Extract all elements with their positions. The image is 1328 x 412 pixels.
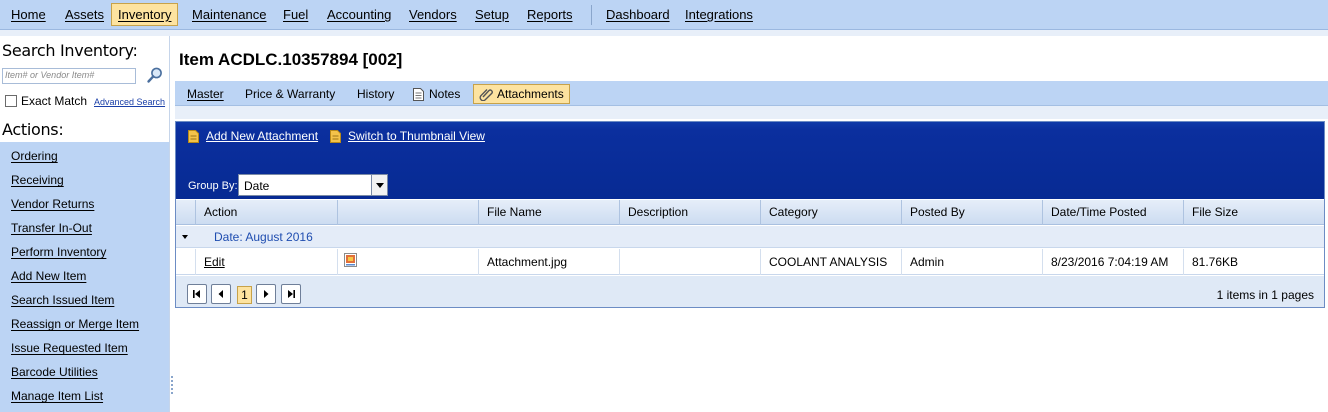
date-time-posted-cell: 8/23/2016 7:04:19 AM — [1042, 249, 1183, 275]
edit-link[interactable]: Edit — [195, 249, 337, 275]
notes-icon — [413, 87, 424, 101]
group-by-label: Group By: — [188, 180, 238, 192]
next-page-button[interactable] — [256, 284, 276, 304]
actions-panel: Ordering Receiving Vendor Returns Transf… — [0, 142, 169, 412]
posted-by-cell: Admin — [901, 249, 1042, 275]
column-description[interactable]: Description — [619, 200, 760, 225]
menu-setup[interactable]: Setup — [469, 3, 515, 26]
action-vendor-returns[interactable]: Vendor Returns — [11, 197, 94, 211]
first-page-icon — [193, 290, 200, 298]
menu-maintenance[interactable]: Maintenance — [186, 3, 272, 26]
attachments-toolbar: Add New Attachment Switch to Thumbnail V… — [176, 122, 1324, 199]
menu-reports[interactable]: Reports — [521, 3, 579, 26]
tab-notes-label: Notes — [429, 87, 461, 101]
sidebar-splitter[interactable] — [171, 376, 173, 394]
advanced-search-link[interactable]: Advanced Search — [94, 97, 165, 107]
main-menu-bar: Home Assets Inventory Maintenance Fuel A… — [0, 0, 1328, 30]
tab-notes[interactable]: Notes — [408, 84, 465, 104]
action-transfer-in-out[interactable]: Transfer In-Out — [11, 221, 92, 235]
last-page-icon — [288, 290, 295, 298]
first-page-button[interactable] — [187, 284, 207, 304]
next-page-icon — [264, 290, 269, 298]
menu-vendors[interactable]: Vendors — [403, 3, 463, 26]
group-label: Date: August 2016 — [214, 230, 313, 244]
file-size-cell: 81.76KB — [1183, 249, 1324, 275]
switch-thumbnail-view-label: Switch to Thumbnail View — [348, 129, 485, 143]
tab-history-label: History — [357, 87, 395, 101]
tab-master[interactable]: Master — [182, 84, 229, 104]
menu-integrations[interactable]: Integrations — [679, 3, 759, 26]
tab-price-warranty-label: Price & Warranty — [245, 87, 336, 101]
tab-history[interactable]: History — [352, 84, 399, 104]
menu-assets[interactable]: Assets — [59, 3, 110, 26]
column-posted-by[interactable]: Posted By — [901, 200, 1042, 225]
chevron-down-icon[interactable] — [371, 175, 387, 195]
image-file-icon[interactable] — [344, 253, 357, 267]
menu-separator — [591, 5, 592, 25]
sidebar: Search Inventory: Item# or Vendor Item# … — [0, 36, 170, 412]
actions-title: Actions: — [2, 120, 64, 139]
item-tab-bar: Master Price & Warranty History Notes At… — [175, 81, 1328, 106]
action-perform-inventory[interactable]: Perform Inventory — [11, 245, 106, 259]
grid-header: Action File Name Description Category Po… — [176, 200, 1324, 225]
previous-page-icon — [218, 290, 223, 298]
file-name-cell: Attachment.jpg — [478, 249, 619, 275]
search-icon[interactable] — [146, 66, 164, 84]
action-manage-item-list[interactable]: Manage Item List — [11, 389, 103, 403]
paperclip-icon — [479, 89, 493, 101]
table-row: Edit Attachment.jpg COOLANT ANALYSIS Adm… — [176, 249, 1324, 275]
exact-match-checkbox[interactable] — [5, 95, 17, 107]
action-ordering[interactable]: Ordering — [11, 149, 58, 163]
action-reassign-merge-item[interactable]: Reassign or Merge Item — [11, 317, 139, 331]
tab-content-band — [175, 106, 1328, 119]
search-inventory-title: Search Inventory: — [2, 41, 138, 60]
previous-page-button[interactable] — [211, 284, 231, 304]
category-cell: COOLANT ANALYSIS — [760, 249, 901, 275]
last-page-button[interactable] — [281, 284, 301, 304]
menu-underline-strip — [0, 30, 1328, 36]
menu-inventory[interactable]: Inventory — [111, 3, 179, 26]
menu-accounting[interactable]: Accounting — [321, 3, 397, 26]
description-cell — [619, 249, 760, 275]
attachment-thumbnail-cell[interactable] — [337, 249, 478, 275]
action-search-issued-item[interactable]: Search Issued Item — [11, 293, 114, 307]
exact-match-option[interactable]: Exact Match — [5, 94, 87, 108]
grid-pager: 1 1 items in 1 pages — [176, 276, 1324, 307]
pager-info: 1 items in 1 pages — [1216, 288, 1314, 302]
column-icon[interactable] — [337, 200, 478, 225]
group-by-value: Date — [244, 179, 270, 193]
group-by-select[interactable]: Date — [238, 174, 388, 196]
column-file-name[interactable]: File Name — [478, 200, 619, 225]
current-page-number[interactable]: 1 — [237, 286, 252, 304]
group-row: Date: August 2016 — [176, 226, 1324, 248]
column-date-time-posted[interactable]: Date/Time Posted — [1042, 200, 1183, 225]
column-action[interactable]: Action — [195, 200, 337, 225]
document-icon — [188, 129, 199, 143]
tab-price-warranty[interactable]: Price & Warranty — [240, 84, 340, 104]
menu-fuel[interactable]: Fuel — [277, 3, 314, 26]
action-add-new-item[interactable]: Add New Item — [11, 269, 86, 283]
column-expander — [176, 200, 196, 225]
search-input[interactable]: Item# or Vendor Item# — [2, 68, 136, 84]
switch-thumbnail-view-button[interactable]: Switch to Thumbnail View — [330, 129, 485, 143]
action-receiving[interactable]: Receiving — [11, 173, 64, 187]
column-category[interactable]: Category — [760, 200, 901, 225]
add-new-attachment-button[interactable]: Add New Attachment — [188, 129, 318, 143]
document-icon — [330, 129, 341, 143]
tab-attachments[interactable]: Attachments — [473, 84, 570, 104]
exact-match-label: Exact Match — [21, 94, 88, 108]
menu-dashboard[interactable]: Dashboard — [600, 3, 676, 26]
tab-master-label: Master — [187, 87, 224, 101]
page-title: Item ACDLC.10357894 [002] — [179, 50, 403, 69]
collapse-triangle-icon[interactable] — [182, 235, 188, 239]
tab-attachments-label: Attachments — [497, 87, 564, 101]
column-file-size[interactable]: File Size — [1183, 200, 1324, 225]
add-new-attachment-label: Add New Attachment — [206, 129, 319, 143]
action-barcode-utilities[interactable]: Barcode Utilities — [11, 365, 98, 379]
action-issue-requested-item[interactable]: Issue Requested Item — [11, 341, 128, 355]
attachments-panel: Add New Attachment Switch to Thumbnail V… — [175, 121, 1325, 308]
menu-home[interactable]: Home — [5, 3, 52, 26]
